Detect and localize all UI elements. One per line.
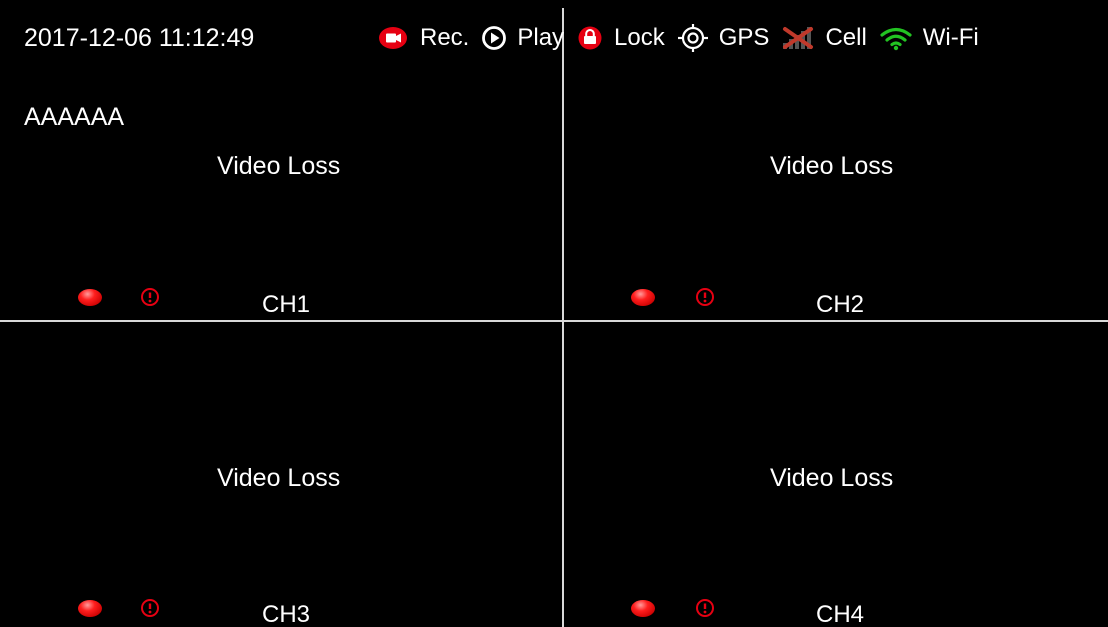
video-loss-text: Video Loss <box>770 464 894 492</box>
status-gps: GPS <box>677 22 770 54</box>
alarm-icon <box>694 287 716 307</box>
status-play: Play <box>481 22 564 54</box>
dvr-screen: 2017-12-06 11:12:49 AAAAAA Rec. Play Loc… <box>0 0 1108 627</box>
vertical-divider <box>562 8 564 627</box>
cell-signal-icon <box>781 25 815 51</box>
video-loss-text: Video Loss <box>217 152 341 180</box>
status-wifi-label: Wi-Fi <box>922 24 979 51</box>
timestamp: 2017-12-06 11:12:49 <box>24 24 255 52</box>
record-indicator-icon <box>631 600 655 617</box>
status-rec-label: Rec. <box>420 24 470 51</box>
record-icon <box>376 24 410 52</box>
wifi-icon <box>879 25 913 51</box>
channel-label: CH3 <box>262 601 311 627</box>
channel-label: CH4 <box>816 601 865 627</box>
status-cell-label: Cell <box>825 24 867 51</box>
status-wifi: Wi-Fi <box>879 22 979 54</box>
play-icon <box>481 25 507 51</box>
status-cell: Cell <box>781 22 867 54</box>
record-indicator-icon <box>631 289 655 306</box>
status-rec: Rec. <box>376 22 469 54</box>
status-lock: Lock <box>576 22 665 54</box>
channel-label: CH1 <box>262 291 311 318</box>
alarm-icon <box>694 598 716 618</box>
alarm-icon <box>139 598 161 618</box>
vehicle-id: AAAAAA <box>24 103 125 131</box>
status-bar: Rec. Play Lock GPS Cell Wi-Fi <box>376 20 979 56</box>
alarm-icon <box>139 287 161 307</box>
status-lock-label: Lock <box>614 24 665 51</box>
status-play-label: Play <box>517 24 565 51</box>
status-gps-label: GPS <box>718 24 770 51</box>
video-loss-text: Video Loss <box>770 152 894 180</box>
horizontal-divider <box>0 320 1108 322</box>
record-indicator-icon <box>78 600 102 617</box>
channel-label: CH2 <box>816 291 865 318</box>
record-indicator-icon <box>78 289 102 306</box>
lock-icon <box>576 25 604 51</box>
video-loss-text: Video Loss <box>217 464 341 492</box>
gps-icon <box>677 23 709 53</box>
